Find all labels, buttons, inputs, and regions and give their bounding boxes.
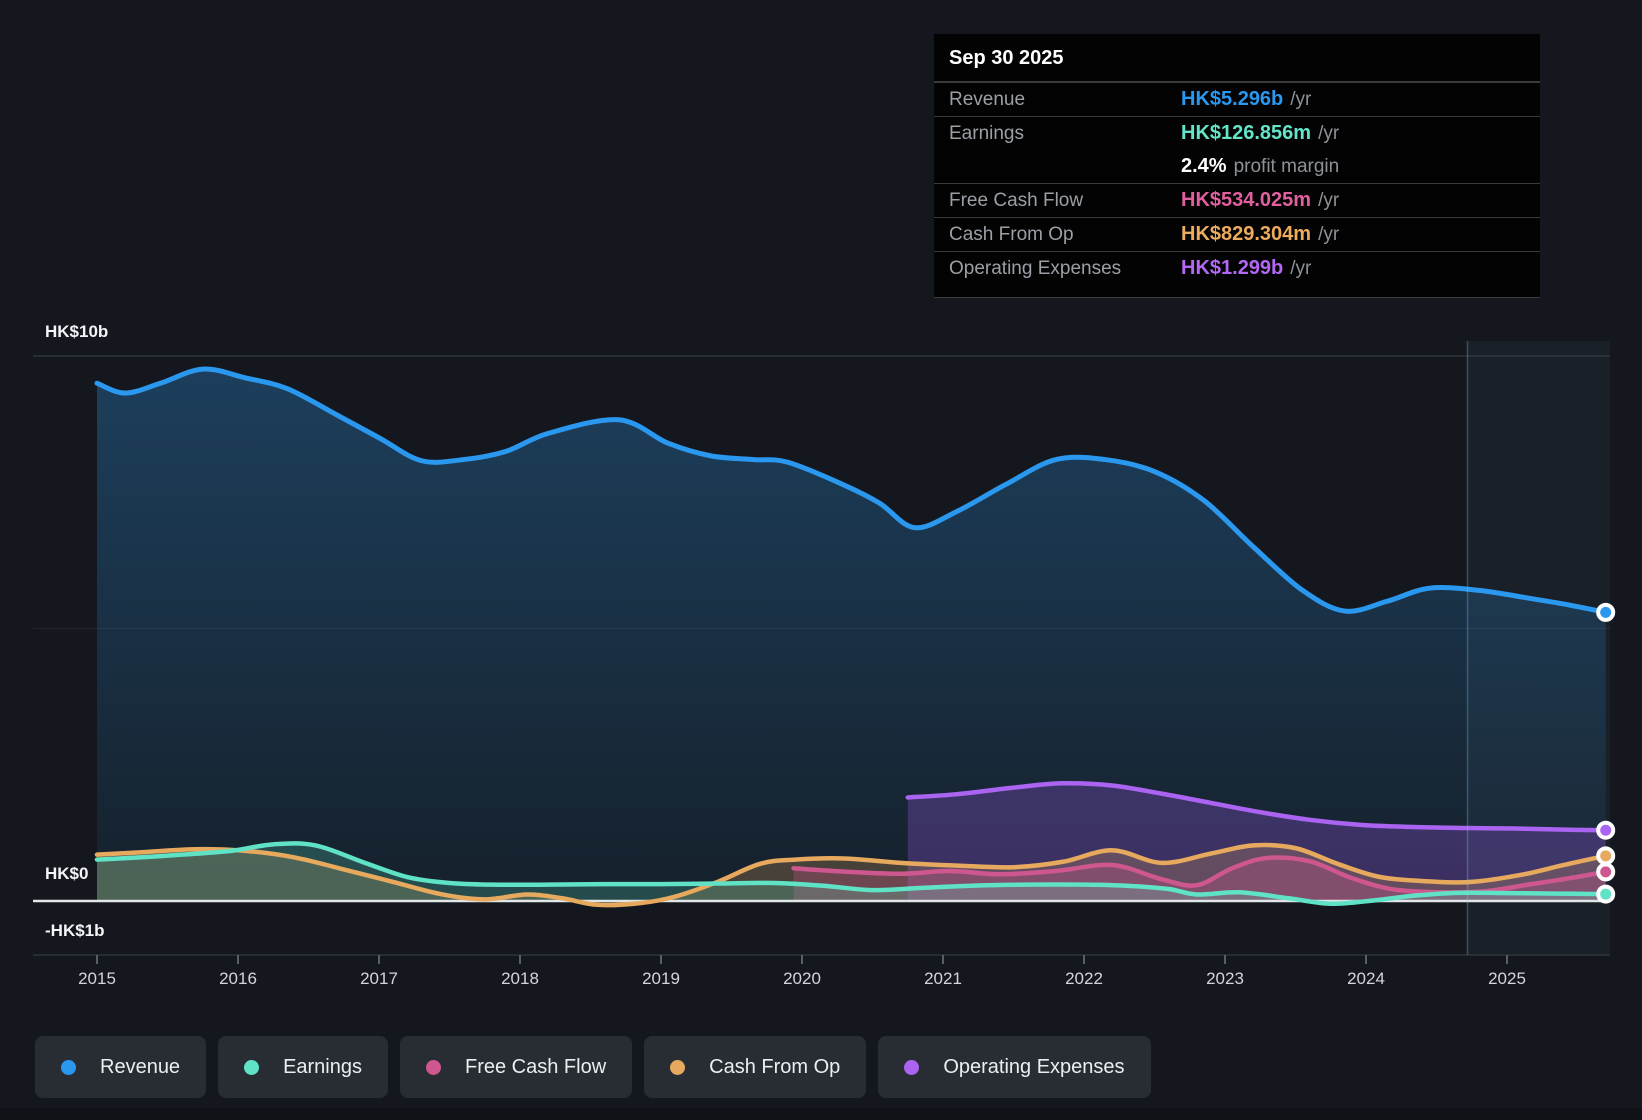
tooltip-row-free-cash-flow: Free Cash FlowHK$534.025m/yr xyxy=(934,183,1540,217)
tooltip-row-earnings: EarningsHK$126.856m/yr xyxy=(934,116,1540,150)
legend-item-revenue[interactable]: Revenue xyxy=(35,1036,206,1098)
tooltip-date: Sep 30 2025 xyxy=(934,34,1540,82)
x-axis-tick-label-2022: 2022 xyxy=(1039,969,1129,989)
free-cash-flow-endpoint-marker[interactable] xyxy=(1598,864,1613,879)
tooltip-row-suffix: /yr xyxy=(1318,123,1339,145)
legend-item-earnings[interactable]: Earnings xyxy=(218,1036,388,1098)
tooltip-row-suffix: /yr xyxy=(1290,89,1311,111)
legend-item-label: Operating Expenses xyxy=(943,1056,1124,1079)
x-axis-tick-label-2016: 2016 xyxy=(193,969,283,989)
chart-legend: Revenue Earnings Free Cash Flow Cash From O… xyxy=(35,1036,1151,1098)
data-tooltip: Sep 30 2025 RevenueHK$5.296b/yrEarningsH… xyxy=(934,34,1540,298)
tooltip-row-suffix: /yr xyxy=(1290,258,1311,280)
tooltip-row-label: Free Cash Flow xyxy=(949,190,1181,212)
tooltip-row-value: 2.4% xyxy=(1181,155,1227,178)
x-axis-tick-label-2019: 2019 xyxy=(616,969,706,989)
tooltip-row-value: HK$1.299b xyxy=(1181,257,1283,280)
tooltip-row-label: Earnings xyxy=(949,123,1181,145)
tooltip-row-label: Operating Expenses xyxy=(949,258,1181,280)
legend-item-free-cash-flow[interactable]: Free Cash Flow xyxy=(400,1036,632,1098)
x-axis-tick-label-2025: 2025 xyxy=(1462,969,1552,989)
tooltip-row-value: HK$126.856m xyxy=(1181,122,1311,145)
x-axis-tick-label-2020: 2020 xyxy=(757,969,847,989)
y-axis-label-neg1b: -HK$1b xyxy=(45,921,105,941)
earnings-endpoint-marker[interactable] xyxy=(1598,887,1613,902)
tooltip-row-label: Revenue xyxy=(949,89,1181,111)
y-axis-label-10b: HK$10b xyxy=(45,322,108,342)
bottom-strip xyxy=(0,1108,1642,1120)
legend-item-label: Cash From Op xyxy=(709,1056,840,1079)
x-axis-tick-label-2018: 2018 xyxy=(475,969,565,989)
tooltip-row-operating-expenses: Operating ExpensesHK$1.299b/yr xyxy=(934,251,1540,285)
tooltip-row-value: HK$5.296b xyxy=(1181,88,1283,111)
revenue-area xyxy=(97,369,1606,901)
tooltip-rows: RevenueHK$5.296b/yrEarningsHK$126.856m/y… xyxy=(934,82,1540,285)
earnings-revenue-chart-page: HK$10b HK$0 -HK$1b 2015 2016 2017 2018 2019 2… xyxy=(0,0,1642,1120)
free-cash-flow-dot-icon xyxy=(426,1060,441,1075)
cash-from-op-dot-icon xyxy=(670,1060,685,1075)
tooltip-row-value: HK$534.025m xyxy=(1181,189,1311,212)
y-axis-label-zero: HK$0 xyxy=(45,864,88,884)
tooltip-row-value: HK$829.304m xyxy=(1181,223,1311,246)
legend-item-label: Revenue xyxy=(100,1056,180,1079)
x-axis-tick-label-2023: 2023 xyxy=(1180,969,1270,989)
earnings-dot-icon xyxy=(244,1060,259,1075)
legend-item-label: Earnings xyxy=(283,1056,362,1079)
tooltip-row-revenue: RevenueHK$5.296b/yr xyxy=(934,82,1540,116)
x-axis-tick-label-2015: 2015 xyxy=(52,969,142,989)
operating-expenses-dot-icon xyxy=(904,1060,919,1075)
revenue-dot-icon xyxy=(61,1060,76,1075)
x-axis-tick-label-2021: 2021 xyxy=(898,969,988,989)
tooltip-row-profit-margin: 2.4% profit margin xyxy=(934,150,1540,183)
revenue-endpoint-marker[interactable] xyxy=(1598,605,1613,620)
x-axis-tick-label-2024: 2024 xyxy=(1321,969,1411,989)
tooltip-row-suffix: profit margin xyxy=(1234,156,1340,178)
x-axis-tick-label-2017: 2017 xyxy=(334,969,424,989)
legend-item-operating-expenses[interactable]: Operating Expenses xyxy=(878,1036,1150,1098)
operating-expenses-endpoint-marker[interactable] xyxy=(1598,823,1613,838)
tooltip-row-label: Cash From Op xyxy=(949,224,1181,246)
tooltip-row-suffix: /yr xyxy=(1318,224,1339,246)
legend-item-cash-from-op[interactable]: Cash From Op xyxy=(644,1036,866,1098)
cash-from-op-endpoint-marker[interactable] xyxy=(1598,848,1613,863)
legend-item-label: Free Cash Flow xyxy=(465,1056,606,1079)
tooltip-row-cash-from-op: Cash From OpHK$829.304m/yr xyxy=(934,217,1540,251)
tooltip-row-suffix: /yr xyxy=(1318,190,1339,212)
